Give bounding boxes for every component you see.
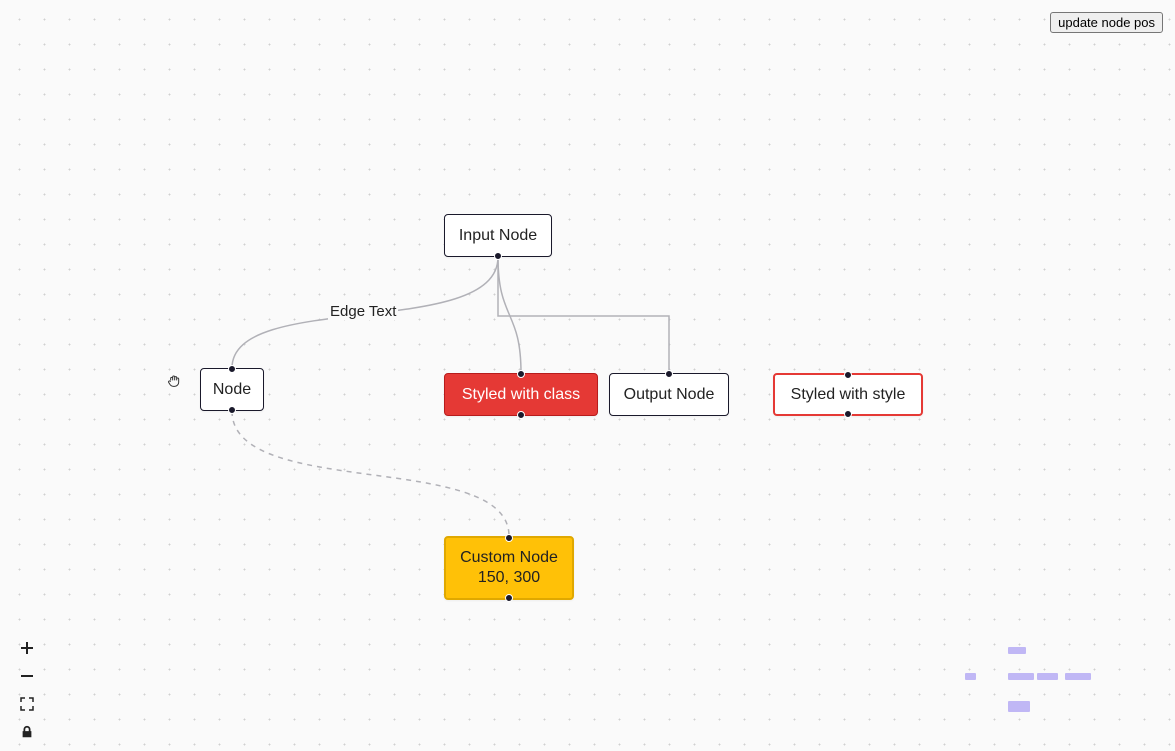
minimap-node-custom: [1008, 701, 1030, 712]
minimap[interactable]: [963, 619, 1163, 739]
zoom-in-button[interactable]: [18, 639, 36, 657]
zoom-out-button[interactable]: [18, 667, 36, 685]
node-input-label: Input Node: [459, 227, 537, 245]
lock-icon: [20, 725, 34, 739]
handle-styled-class-top[interactable]: [517, 370, 525, 378]
handle-custom-top[interactable]: [505, 534, 513, 542]
edge-input-to-styled-class: [498, 257, 521, 373]
fit-view-icon: [19, 696, 35, 712]
minimap-node-styled-class: [1008, 673, 1034, 680]
node-styled-class-label: Styled with class: [462, 386, 580, 404]
minimap-node-input: [1008, 647, 1026, 654]
node-output[interactable]: Output Node: [609, 373, 729, 416]
handle-styled-style-top[interactable]: [844, 371, 852, 379]
edge-label-text: Edge Text: [328, 303, 398, 320]
node-styled-style-label: Styled with style: [791, 386, 906, 404]
edge-input-to-output: [498, 257, 669, 373]
minimap-node-styled-style: [1065, 673, 1091, 680]
minimap-node-node: [965, 673, 976, 680]
node-basic[interactable]: Node: [200, 368, 264, 411]
controls-panel: [18, 639, 36, 741]
handle-node-bottom[interactable]: [228, 406, 236, 414]
handle-node-top[interactable]: [228, 365, 236, 373]
plus-icon: [19, 640, 35, 656]
edge-node-to-custom: [232, 411, 509, 536]
handle-input-bottom[interactable]: [494, 252, 502, 260]
node-input[interactable]: Input Node: [444, 214, 552, 257]
handle-output-top[interactable]: [665, 370, 673, 378]
node-output-label: Output Node: [624, 386, 715, 404]
update-node-pos-button[interactable]: update node pos: [1050, 12, 1163, 33]
node-custom-label-2: 150, 300: [478, 568, 540, 588]
handle-custom-bottom[interactable]: [505, 594, 513, 602]
minimap-node-output: [1037, 673, 1058, 680]
handle-styled-style-bottom[interactable]: [844, 410, 852, 418]
minus-icon: [19, 668, 35, 684]
node-styled-style[interactable]: Styled with style: [773, 373, 923, 416]
lock-button[interactable]: [18, 723, 36, 741]
fit-view-button[interactable]: [18, 695, 36, 713]
node-basic-label: Node: [213, 381, 251, 399]
node-custom-label-1: Custom Node: [460, 548, 558, 568]
node-custom[interactable]: Custom Node 150, 300: [444, 536, 574, 600]
node-styled-class[interactable]: Styled with class: [444, 373, 598, 416]
handle-styled-class-bottom[interactable]: [517, 411, 525, 419]
grab-cursor-icon: [166, 373, 182, 392]
